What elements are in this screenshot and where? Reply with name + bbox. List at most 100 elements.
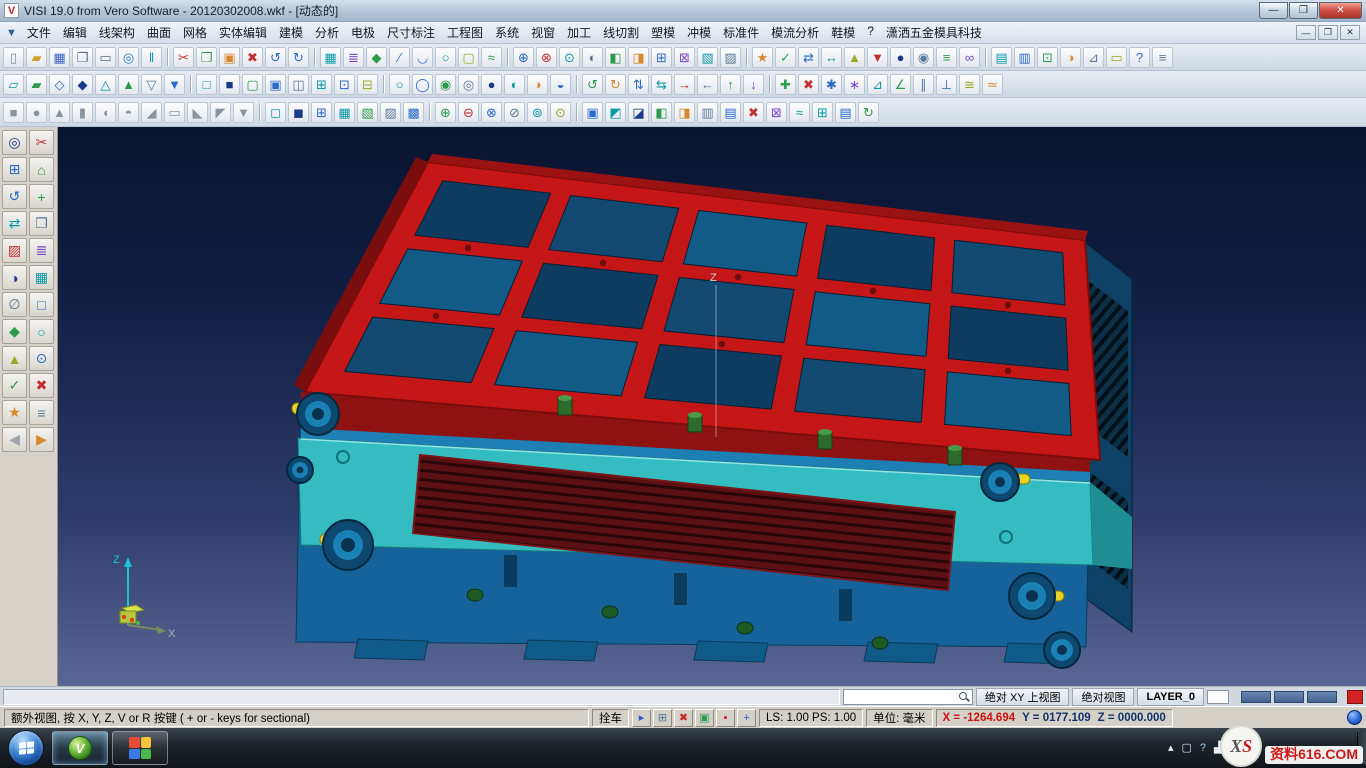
- hatch-right-icon[interactable]: ▨: [720, 47, 741, 68]
- pan-view-icon[interactable]: +: [29, 184, 54, 209]
- solid-sphere-icon[interactable]: ●: [26, 102, 47, 123]
- minus-box-icon[interactable]: ⊟: [357, 74, 378, 95]
- erase-icon[interactable]: ▨: [2, 238, 27, 263]
- paste-icon[interactable]: ▣: [219, 47, 240, 68]
- raise-icon[interactable]: ▲: [844, 47, 865, 68]
- circle-snap-icon[interactable]: ○: [29, 319, 54, 344]
- shell-open-icon[interactable]: ◻: [265, 102, 286, 123]
- rotate-view-icon[interactable]: ↺: [2, 184, 27, 209]
- nest-icon[interactable]: ⊞: [812, 102, 833, 123]
- solid-stamp-icon[interactable]: ▭: [164, 102, 185, 123]
- grid-box-icon[interactable]: ⊞: [311, 74, 332, 95]
- boolean-union-icon[interactable]: ⊕: [513, 47, 534, 68]
- rotate-cw-icon[interactable]: ↻: [605, 74, 626, 95]
- solid-flange-icon[interactable]: ◤: [210, 102, 231, 123]
- infinite-line-icon[interactable]: ∞: [959, 47, 980, 68]
- parallel-icon[interactable]: ∥: [913, 74, 934, 95]
- menu-item-4[interactable]: 曲面: [141, 22, 177, 43]
- block-filled-icon[interactable]: ▣: [265, 74, 286, 95]
- validate-icon[interactable]: ✓: [775, 47, 796, 68]
- hatch-up-icon[interactable]: ▧: [357, 102, 378, 123]
- move-vertical-icon[interactable]: ⇅: [628, 74, 649, 95]
- dot-box-icon[interactable]: ⊡: [334, 74, 355, 95]
- face-mesh-icon[interactable]: ▦: [334, 102, 355, 123]
- mirror-icon[interactable]: ⇄: [2, 211, 27, 236]
- half-bottom-icon[interactable]: ◒: [550, 74, 571, 95]
- menu-item-22[interactable]: 潇洒五金模具科技: [880, 22, 988, 43]
- menu-item-16[interactable]: 塑模: [645, 22, 681, 43]
- preview-zoom-icon[interactable]: ◎: [118, 47, 139, 68]
- fill-left-icon[interactable]: ◧: [605, 47, 626, 68]
- congruent-icon[interactable]: ≅: [959, 74, 980, 95]
- workplane-swatch-2[interactable]: [1274, 691, 1304, 703]
- corner-upper-icon[interactable]: ◩: [605, 102, 626, 123]
- remove-entity-icon[interactable]: ✖: [798, 74, 819, 95]
- view-next-icon[interactable]: ▶: [29, 427, 54, 452]
- move-swap-icon[interactable]: ⇆: [651, 74, 672, 95]
- lock-toggle[interactable]: 拴车: [592, 709, 629, 727]
- stretch-icon[interactable]: ↔: [821, 47, 842, 68]
- layer-color-swatch[interactable]: [1207, 690, 1229, 704]
- menu-item-9[interactable]: 电极: [345, 22, 381, 43]
- absolute-xy-top-view-button[interactable]: 绝对 XY 上视图: [976, 688, 1070, 706]
- menu-item-15[interactable]: 线切割: [597, 22, 645, 43]
- half-fill-right-icon[interactable]: ◨: [674, 102, 695, 123]
- viewport-3d[interactable]: Z Z X: [58, 127, 1366, 686]
- spline-icon[interactable]: ≈: [481, 47, 502, 68]
- pause-redraw-icon[interactable]: ‖: [141, 47, 162, 68]
- settings-tool-icon[interactable]: ≡: [1152, 47, 1173, 68]
- report-tool-icon[interactable]: ▭: [1106, 47, 1127, 68]
- rows-icon[interactable]: ▥: [697, 102, 718, 123]
- display-icon[interactable]: ▢: [1182, 743, 1192, 754]
- die-tool-icon[interactable]: ▥: [1014, 47, 1035, 68]
- close-feature-icon[interactable]: ✖: [743, 102, 764, 123]
- layer-manager-icon[interactable]: ≣: [343, 47, 364, 68]
- hatch-down-icon[interactable]: ▨: [380, 102, 401, 123]
- lower-icon[interactable]: ▼: [867, 47, 888, 68]
- hide-entity-icon[interactable]: ∅: [2, 292, 27, 317]
- record-icon[interactable]: ▪: [716, 709, 735, 727]
- hatch-left-icon[interactable]: ▧: [697, 47, 718, 68]
- normal-direction-icon[interactable]: ▲: [2, 346, 27, 371]
- confirm-icon[interactable]: ✓: [2, 373, 27, 398]
- print-icon[interactable]: ▭: [95, 47, 116, 68]
- center-snap-icon[interactable]: ⊙: [29, 346, 54, 371]
- solid-wedge-icon[interactable]: ◢: [141, 102, 162, 123]
- half-left-icon[interactable]: ◐: [504, 74, 525, 95]
- shade-half-icon[interactable]: ◐: [582, 47, 603, 68]
- snap-grid-icon[interactable]: ⊞: [653, 709, 672, 727]
- burst-icon[interactable]: ✱: [821, 74, 842, 95]
- solid-half-icon[interactable]: ◖: [95, 102, 116, 123]
- layer-selector[interactable]: LAYER_0: [1137, 688, 1204, 706]
- circle-solid-icon[interactable]: ●: [481, 74, 502, 95]
- menu-item-14[interactable]: 加工: [561, 22, 597, 43]
- new-file-icon[interactable]: ▯: [3, 47, 24, 68]
- strip-layout-icon[interactable]: ▤: [835, 102, 856, 123]
- stop-icon[interactable]: ✖: [674, 709, 693, 727]
- half-right-icon[interactable]: ◑: [527, 74, 548, 95]
- face-grid-icon[interactable]: ⊞: [311, 102, 332, 123]
- save-file-icon[interactable]: ▦: [49, 47, 70, 68]
- feature-add-icon[interactable]: ⊕: [435, 102, 456, 123]
- absolute-view-button[interactable]: 绝对视图: [1072, 688, 1134, 706]
- cut-icon[interactable]: ✂: [173, 47, 194, 68]
- menu-item-1[interactable]: 文件: [21, 22, 57, 43]
- move-up-icon[interactable]: ↑: [720, 74, 741, 95]
- move-right-icon[interactable]: →: [674, 74, 695, 95]
- rotate-ccw-icon[interactable]: ↺: [582, 74, 603, 95]
- triangle-measure-icon[interactable]: ⊿: [867, 74, 888, 95]
- circle-wire-icon[interactable]: ○: [389, 74, 410, 95]
- grid-plus-icon[interactable]: ⊞: [651, 47, 672, 68]
- menu-item-11[interactable]: 工程图: [441, 22, 489, 43]
- child-restore-button-icon[interactable]: ❐: [1318, 25, 1338, 40]
- electrode-tool-icon[interactable]: ⊡: [1037, 47, 1058, 68]
- undo-icon[interactable]: ↺: [265, 47, 286, 68]
- menu-item-20[interactable]: 鞋模: [825, 22, 861, 43]
- solid-box-icon[interactable]: ■: [3, 102, 24, 123]
- hatch-grid-icon[interactable]: ▩: [403, 102, 424, 123]
- solid-cone-icon[interactable]: ▲: [49, 102, 70, 123]
- menu-item-5[interactable]: 网格: [177, 22, 213, 43]
- wireframe-toggle-icon[interactable]: ▦: [29, 265, 54, 290]
- rectangle-icon[interactable]: ▢: [458, 47, 479, 68]
- redo-icon[interactable]: ↻: [288, 47, 309, 68]
